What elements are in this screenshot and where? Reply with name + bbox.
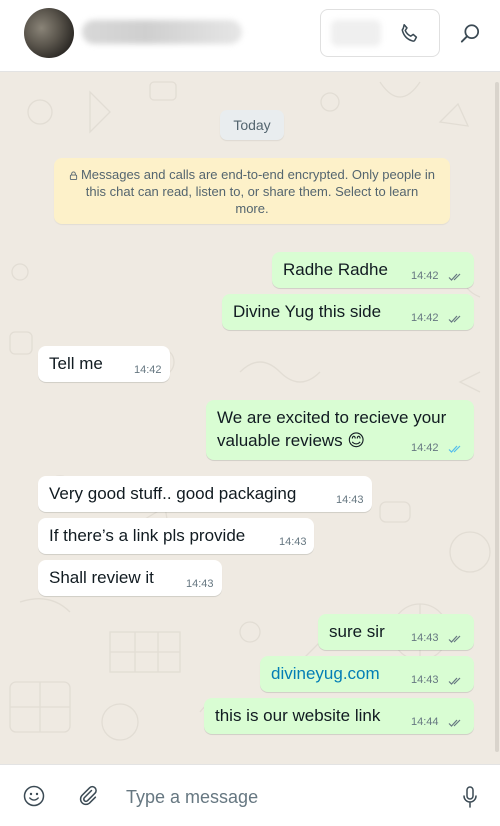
website-link[interactable]: divineyug.com xyxy=(271,664,380,684)
message-incoming[interactable]: Shall review it 14:43 xyxy=(38,560,222,596)
call-controls xyxy=(320,9,440,57)
attach-button[interactable] xyxy=(76,784,100,808)
message-time: 14:43 xyxy=(411,674,439,686)
chat-scrollbar[interactable] xyxy=(495,82,499,752)
message-incoming[interactable]: Very good stuff.. good packaging 14:43 xyxy=(38,476,372,512)
lock-icon xyxy=(69,171,78,180)
encryption-notice[interactable]: Messages and calls are end-to-end encryp… xyxy=(54,158,450,224)
microphone-icon xyxy=(463,786,477,808)
message-outgoing[interactable]: sure sir 14:43 xyxy=(318,614,474,650)
message-text: this is our website link xyxy=(215,706,381,725)
double-check-icon xyxy=(448,635,461,643)
message-time: 14:43 xyxy=(411,632,439,644)
message-outgoing[interactable]: We are excited to recieve your valuable … xyxy=(206,400,474,460)
message-text: sure sir xyxy=(329,622,385,641)
double-check-icon-read xyxy=(448,445,461,453)
search-button[interactable] xyxy=(456,20,484,48)
message-incoming[interactable]: If there’s a link pls provide 14:43 xyxy=(38,518,314,554)
phone-icon xyxy=(401,24,418,42)
emoji-button[interactable] xyxy=(22,784,46,808)
message-time: 14:44 xyxy=(411,716,439,728)
message-outgoing[interactable]: this is our website link 14:44 xyxy=(204,698,474,734)
message-text: Shall review it xyxy=(49,568,154,587)
double-check-icon xyxy=(448,719,461,727)
contact-avatar[interactable] xyxy=(24,8,74,58)
emoji-icon xyxy=(23,785,45,807)
message-text: If there’s a link pls provide xyxy=(49,526,246,545)
message-time: 14:43 xyxy=(336,494,364,506)
double-check-icon xyxy=(448,677,461,685)
message-text: Tell me xyxy=(49,354,103,373)
message-outgoing[interactable]: Divine Yug this side 14:42 xyxy=(222,294,474,330)
message-incoming[interactable]: Tell me 14:42 xyxy=(38,346,170,382)
message-time: 14:42 xyxy=(411,312,439,324)
message-outgoing[interactable]: Radhe Radhe 14:42 xyxy=(272,252,474,288)
voice-call-button[interactable] xyxy=(397,21,423,47)
message-time: 14:43 xyxy=(279,536,307,548)
message-text: Very good stuff.. good packaging xyxy=(49,484,297,503)
paperclip-icon xyxy=(79,785,97,806)
redacted-call-option[interactable] xyxy=(331,20,381,46)
message-time: 14:43 xyxy=(186,578,214,590)
message-time: 14:42 xyxy=(134,364,162,376)
search-icon xyxy=(460,24,480,43)
contact-name-redacted[interactable] xyxy=(82,20,242,44)
chat-header xyxy=(0,0,500,72)
double-check-icon xyxy=(448,315,461,323)
double-check-icon xyxy=(448,273,461,281)
chat-area[interactable]: Today Messages and calls are end-to-end … xyxy=(0,72,500,764)
message-text: Radhe Radhe xyxy=(283,260,388,279)
message-time: 14:42 xyxy=(411,270,439,282)
message-text: Divine Yug this side xyxy=(233,302,382,321)
message-time: 14:42 xyxy=(411,442,439,454)
message-outgoing[interactable]: divineyug.com 14:43 xyxy=(260,656,474,692)
message-composer xyxy=(0,764,500,826)
message-input[interactable] xyxy=(124,779,438,815)
encryption-notice-text: Messages and calls are end-to-end encryp… xyxy=(80,167,436,216)
date-divider: Today xyxy=(220,110,284,140)
voice-message-button[interactable] xyxy=(458,784,482,810)
